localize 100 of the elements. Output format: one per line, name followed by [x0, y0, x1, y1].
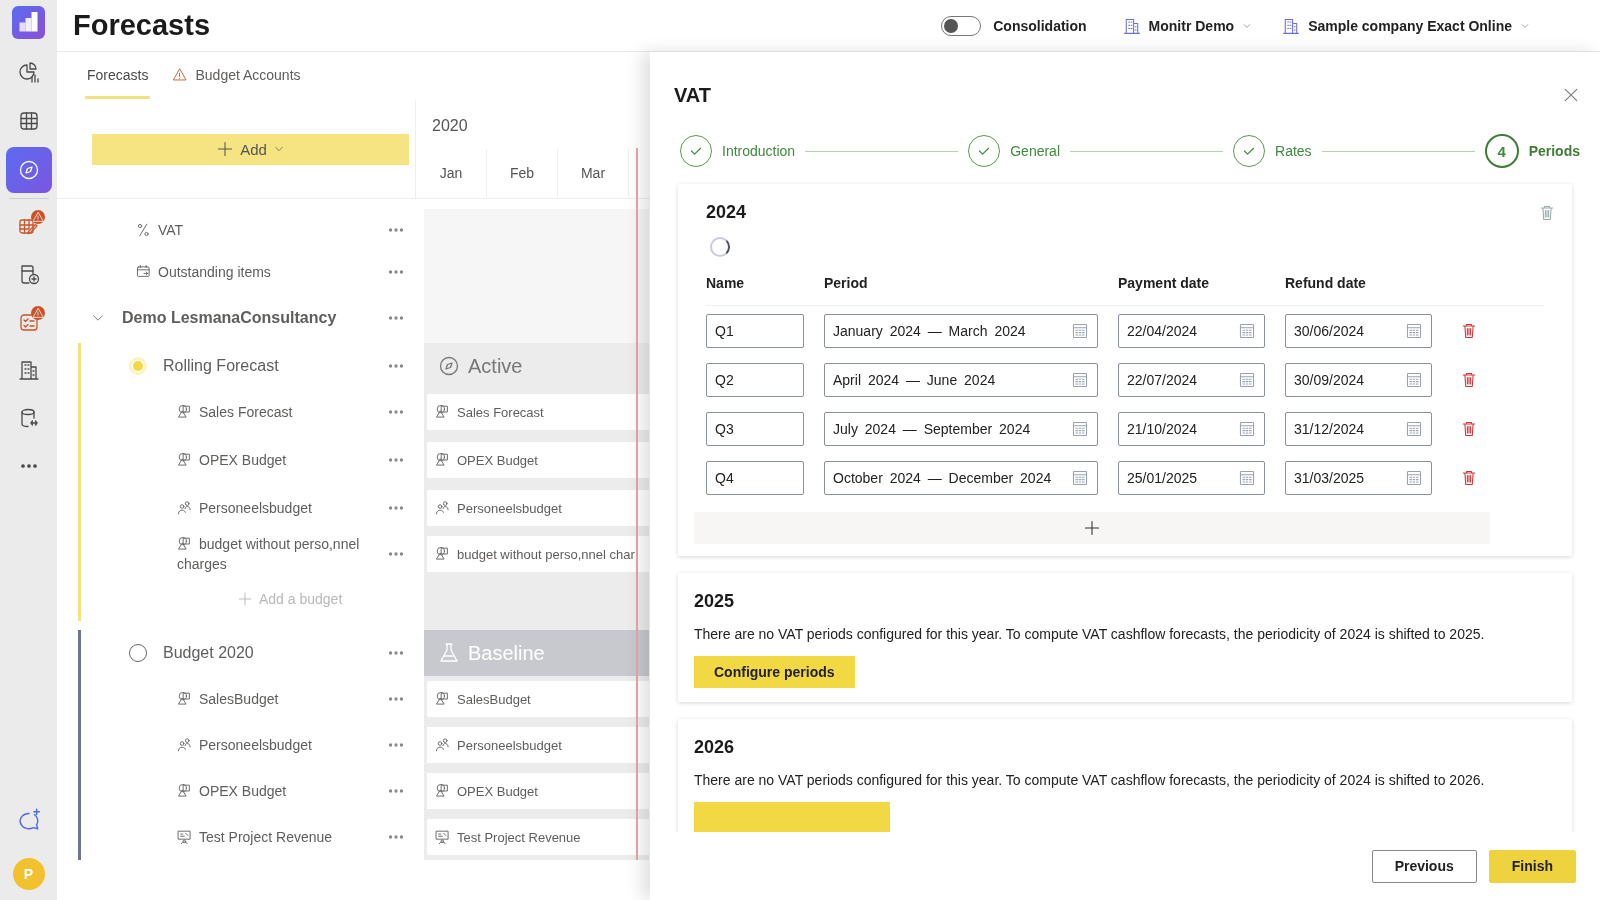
- date-field[interactable]: 22/07/2024: [1118, 362, 1265, 397]
- people-icon: [435, 737, 451, 753]
- calendar-icon: [1238, 468, 1256, 487]
- calendar-icon: [1405, 321, 1423, 340]
- people-icon: [177, 737, 193, 753]
- tree-item[interactable]: Outstanding items: [158, 264, 386, 280]
- date-field[interactable]: 30/09/2024: [1285, 362, 1432, 397]
- shapes-icon: [177, 536, 193, 552]
- budget-bar-label: Personeelsbudget: [457, 500, 562, 516]
- plus-icon: [237, 591, 253, 607]
- budget-bar-label: OPEX Budget: [457, 452, 538, 468]
- compass-icon[interactable]: [17, 159, 40, 181]
- calendar-icon: [1071, 321, 1089, 340]
- building-icon[interactable]: [17, 359, 40, 381]
- calendar-icon: [1071, 370, 1089, 389]
- budget-item[interactable]: Personeelsbudget: [177, 498, 386, 518]
- budget-bar-label: SalesBudget: [457, 691, 531, 707]
- add-button[interactable]: Add: [92, 133, 409, 165]
- shapes-icon: [435, 783, 451, 799]
- checklist-icon[interactable]: [17, 311, 40, 333]
- budget-item[interactable]: Personeelsbudget: [177, 735, 386, 755]
- step[interactable]: Introduction: [680, 135, 796, 167]
- people-icon: [435, 500, 451, 516]
- budget-item[interactable]: Sales Forecast: [177, 402, 386, 422]
- step[interactable]: General: [968, 135, 1060, 167]
- configure-button[interactable]: Configure periods: [694, 656, 855, 688]
- calendar-icon: [1405, 468, 1423, 487]
- name-field[interactable]: Q3: [706, 411, 804, 446]
- shapes-icon: [435, 404, 451, 420]
- app-logo[interactable]: [12, 6, 45, 39]
- environment-dropdown[interactable]: Monitr Demo: [1122, 16, 1253, 35]
- tree-item[interactable]: VAT: [158, 222, 386, 238]
- step[interactable]: Rates: [1233, 135, 1312, 167]
- budget-item[interactable]: SalesBudget: [177, 689, 386, 709]
- year-heading: 2026: [694, 737, 736, 758]
- period-field[interactable]: January 2024 — March 2024: [824, 313, 1098, 348]
- calendar-icon: [1238, 321, 1256, 340]
- presentation-icon: [177, 829, 193, 845]
- shapes-icon: [435, 691, 451, 707]
- period-field[interactable]: April 2024 — June 2024: [824, 362, 1098, 397]
- budget-item[interactable]: budget without perso,nnel charges: [177, 534, 386, 574]
- column-header: Payment date: [1118, 275, 1211, 291]
- chat-sparkle-icon[interactable]: [16, 808, 41, 832]
- year-heading: 2025: [694, 591, 736, 612]
- toggle-switch[interactable]: [941, 15, 982, 36]
- date-field[interactable]: 21/10/2024: [1118, 411, 1265, 446]
- toggle-label: Consolidation: [993, 17, 1087, 34]
- budget-bar-label: Test Project Revenue: [457, 829, 581, 845]
- name-field[interactable]: Q1: [706, 313, 804, 348]
- trash-icon[interactable]: [1460, 370, 1478, 389]
- tab[interactable]: Budget Accounts: [170, 53, 303, 99]
- group-label[interactable]: Demo LesmanaConsultancy: [122, 309, 386, 327]
- budget-bar-label: Personeelsbudget: [457, 737, 562, 753]
- scenario-label[interactable]: Rolling Forecast: [163, 357, 386, 375]
- trash-icon[interactable]: [1460, 468, 1478, 487]
- scenario-label[interactable]: Budget 2020: [163, 644, 386, 662]
- step[interactable]: 4 Periods: [1484, 134, 1580, 168]
- calendar-icon: [1405, 370, 1423, 389]
- shapes-icon: [177, 783, 193, 799]
- building-icon: [1282, 16, 1301, 35]
- budget-item[interactable]: OPEX Budget: [177, 450, 386, 470]
- pie-chart-icon[interactable]: [17, 62, 40, 84]
- shapes-icon: [177, 691, 193, 707]
- people-icon: [177, 500, 193, 516]
- name-field[interactable]: Q2: [706, 362, 804, 397]
- plus-icon: [1083, 519, 1101, 537]
- budget-bar-label: Sales Forecast: [457, 404, 544, 420]
- flask-icon: [438, 642, 460, 664]
- budget-item[interactable]: OPEX Budget: [177, 781, 386, 801]
- trash-icon[interactable]: [1460, 419, 1478, 438]
- date-field[interactable]: 22/04/2024: [1118, 313, 1265, 348]
- calendar-icon: [1238, 370, 1256, 389]
- company-dropdown[interactable]: Sample company Exact Online: [1282, 16, 1530, 35]
- date-field[interactable]: 31/03/2025: [1285, 460, 1432, 495]
- panel-title: VAT: [674, 83, 712, 107]
- finish-button[interactable]: Finish: [1488, 849, 1576, 883]
- date-field[interactable]: 31/12/2024: [1285, 411, 1432, 446]
- shapes-icon: [177, 404, 193, 420]
- name-field[interactable]: Q4: [706, 460, 804, 495]
- trash-icon[interactable]: [1538, 203, 1556, 222]
- budget-bar-label: budget without perso,nnel char: [457, 546, 635, 562]
- grid-icon[interactable]: [17, 110, 40, 132]
- budget-item[interactable]: Test Project Revenue: [177, 827, 386, 847]
- date-field[interactable]: 30/06/2024: [1285, 313, 1432, 348]
- close-icon[interactable]: [1562, 86, 1580, 104]
- trash-icon[interactable]: [1460, 321, 1478, 340]
- plus-icon: [216, 140, 235, 158]
- shapes-icon: [435, 546, 451, 562]
- info-text: There are no VAT periods configured for this year. To compute VAT cashflow forecasts, the periodicity of 2024 is shifted to 2026.: [694, 772, 1486, 788]
- column-header: Period: [824, 275, 869, 291]
- column-header: Name: [706, 275, 746, 291]
- percent-icon: [136, 222, 152, 238]
- date-field[interactable]: 25/01/2025: [1118, 460, 1265, 495]
- page-title: Forecasts: [73, 9, 210, 42]
- period-field[interactable]: October 2024 — December 2024: [824, 460, 1098, 495]
- period-field[interactable]: July 2024 — September 2024: [824, 411, 1098, 446]
- presentation-icon: [435, 829, 451, 845]
- tab[interactable]: Forecasts: [85, 53, 151, 99]
- previous-button[interactable]: Previous: [1371, 849, 1477, 883]
- budget-bar-label: OPEX Budget: [457, 783, 538, 799]
